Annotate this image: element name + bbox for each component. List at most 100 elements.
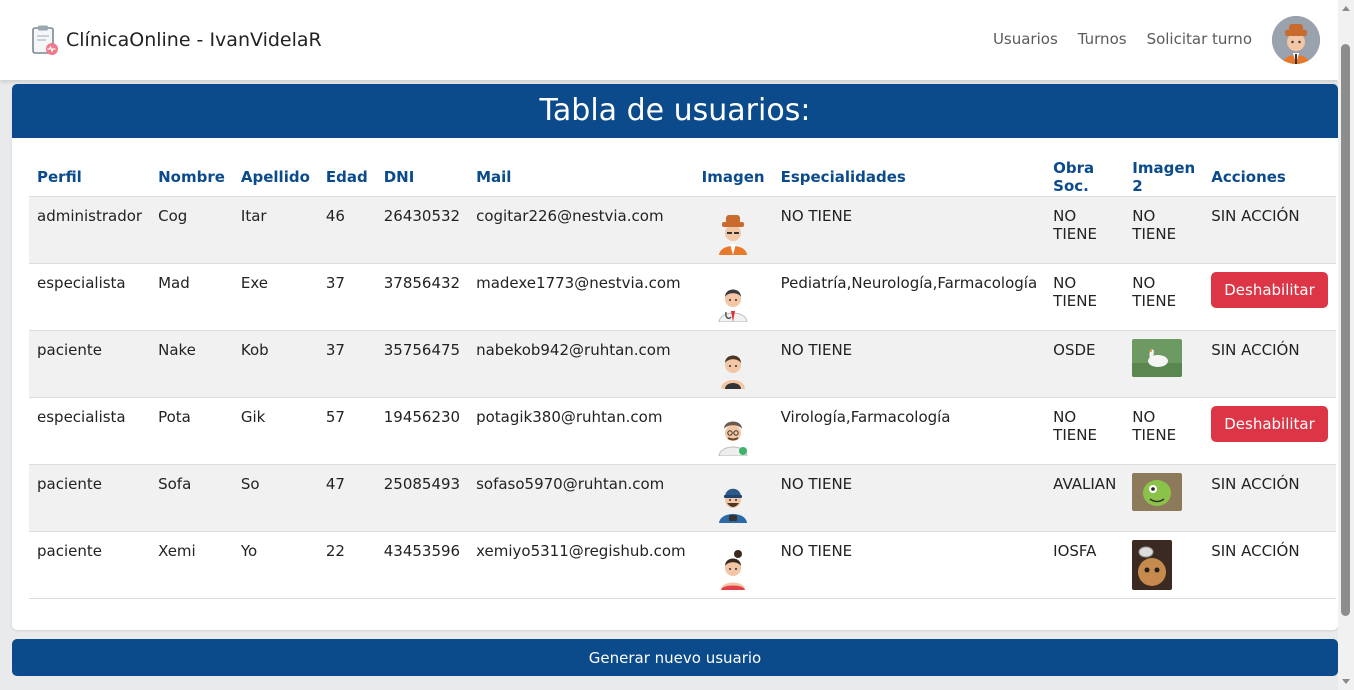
nav-links: Usuarios Turnos Solicitar turno [993,30,1252,48]
cat-photo [1132,539,1173,590]
header-dni: DNI [375,158,469,197]
cell-apellido: Exe [232,263,318,331]
green-creature-photo [1132,472,1183,511]
header-edad: Edad [317,158,376,197]
cell-perfil: paciente [29,464,151,532]
cell-accion: SIN ACCIÓN [1203,531,1336,599]
cell-imagen [693,196,773,264]
generar-nuevo-usuario-button[interactable]: Generar nuevo usuario [12,639,1338,676]
cell-imagen [693,531,773,599]
cell-nombre: Sofa [150,464,233,532]
cell-especialidades: NO TIENE [772,531,1046,599]
cell-perfil: especialista [29,397,151,465]
cell-mail: madexe1773@nestvia.com [468,263,694,331]
deshabilitar-button[interactable]: Deshabilitar [1211,271,1328,308]
users-table: Perfil Nombre Apellido Edad DNI Mail Ima… [29,158,1336,599]
cell-especialidades: Virología,Farmacología [772,397,1046,465]
cell-nombre: Pota [150,397,233,465]
cell-mail: cogitar226@nestvia.com [468,196,694,264]
scroll-down-arrow-icon[interactable] [1342,679,1350,684]
cell-imagen [693,464,773,532]
cell-imagen-2 [1124,464,1204,532]
cell-obra-social: AVALIAN [1045,464,1125,532]
cell-perfil: administrador [29,196,151,264]
table-row: administrador Cog Itar 46 26430532 cogit… [29,196,1336,264]
cell-nombre: Cog [150,196,233,264]
nav-usuarios[interactable]: Usuarios [993,30,1058,48]
brand[interactable]: ClínicaOnline - IvanVidelaR [30,24,322,56]
scroll-thumb[interactable] [1341,44,1350,616]
nav-turnos[interactable]: Turnos [1078,30,1127,48]
clipboard-heart-icon [32,25,58,55]
woman-bun-avatar [721,549,746,590]
cap-man-avatar [719,488,748,523]
tanktop-man-avatar [721,355,746,389]
cell-apellido: Itar [232,196,318,264]
nav-solicitar-turno[interactable]: Solicitar turno [1147,30,1252,48]
header-obra-social: Obra Soc. [1045,158,1125,197]
cell-mail: xemiyo5311@regishub.com [468,531,694,599]
cell-apellido: Gik [232,397,318,465]
user-avatar-image [1272,16,1320,64]
cell-edad: 37 [317,330,376,398]
cell-imagen [693,263,773,331]
cell-apellido: Yo [232,531,318,599]
page: ClínicaOnline - IvanVidelaR Usuarios Tur… [0,0,1338,690]
table-row: especialista Mad Exe 37 37856432 madexe1… [29,263,1336,331]
page-scrollbar[interactable] [1338,0,1354,690]
cell-edad: 37 [317,263,376,331]
cell-dni: 43453596 [375,531,469,599]
cell-imagen-2: NO TIENE [1124,397,1204,465]
cell-obra-social: IOSFA [1045,531,1125,599]
users-card: Tabla de usuarios: Perfil Nombre Apellid… [12,84,1338,630]
cell-imagen [693,397,773,465]
cell-apellido: So [232,464,318,532]
cell-perfil: especialista [29,263,151,331]
deshabilitar-button[interactable]: Deshabilitar [1211,405,1328,442]
cell-obra-social: OSDE [1045,330,1125,398]
cell-imagen-2: NO TIENE [1124,263,1204,331]
scientist-avatar [718,421,748,456]
cell-imagen [693,330,773,398]
cell-imagen-2 [1124,531,1204,599]
header-especialidades: Especialidades [772,158,1046,197]
header-acciones: Acciones [1203,158,1336,197]
cell-obra-social: NO TIENE [1045,397,1125,465]
cell-dni: 37856432 [375,263,469,331]
cell-accion: Deshabilitar [1203,263,1336,331]
cell-mail: potagik380@ruhtan.com [468,397,694,465]
header-perfil: Perfil [29,158,151,197]
table-row: especialista Pota Gik 57 19456230 potagi… [29,397,1336,465]
header-apellido: Apellido [232,158,318,197]
cell-nombre: Mad [150,263,233,331]
cell-dni: 35756475 [375,330,469,398]
cell-mail: nabekob942@ruhtan.com [468,330,694,398]
cell-obra-social: NO TIENE [1045,196,1125,264]
cell-especialidades: Pediatría,Neurología,Farmacología [772,263,1046,331]
cell-nombre: Nake [150,330,233,398]
user-avatar[interactable] [1272,16,1320,64]
header-imagen: Imagen [693,158,773,197]
cell-accion: SIN ACCIÓN [1203,464,1336,532]
cell-perfil: paciente [29,330,151,398]
table-row: paciente Xemi Yo 22 43453596 xemiyo5311@… [29,531,1336,599]
header-nombre: Nombre [150,158,233,197]
cell-imagen-2 [1124,330,1204,398]
goose-photo [1132,338,1183,377]
cell-especialidades: NO TIENE [772,330,1046,398]
table-row: paciente Nake Kob 37 35756475 nabekob942… [29,330,1336,398]
cell-imagen-2: NO TIENE [1124,196,1204,264]
cell-edad: 46 [317,196,376,264]
cell-edad: 22 [317,531,376,599]
header-mail: Mail [468,158,694,197]
cell-accion: SIN ACCIÓN [1203,196,1336,264]
cell-especialidades: NO TIENE [772,196,1046,264]
cell-accion: SIN ACCIÓN [1203,330,1336,398]
cell-edad: 57 [317,397,376,465]
scroll-up-arrow-icon[interactable] [1342,6,1350,11]
cell-dni: 19456230 [375,397,469,465]
cell-dni: 25085493 [375,464,469,532]
header-imagen-2: Imagen 2 [1124,158,1204,197]
cell-edad: 47 [317,464,376,532]
table-header-row: Perfil Nombre Apellido Edad DNI Mail Ima… [29,158,1336,197]
